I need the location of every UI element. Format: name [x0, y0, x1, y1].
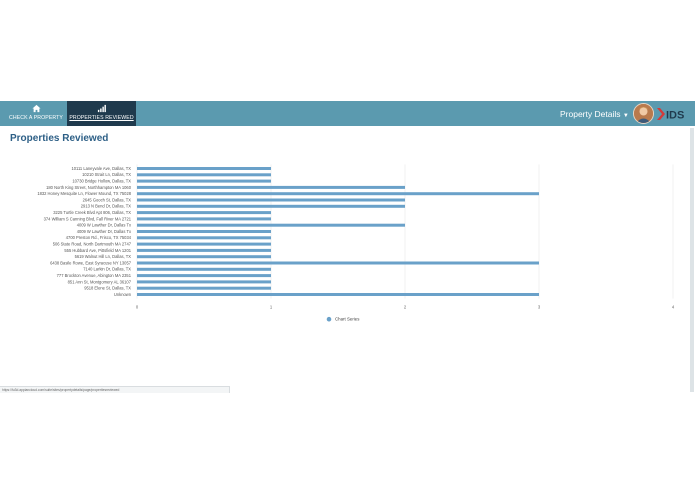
category-label: 180 North King Street, Northhampton MA 1…: [46, 185, 132, 190]
category-label: 851 Ann St, Montgomery AL 36107: [68, 279, 132, 284]
user-photo: [634, 104, 653, 123]
x-tick-label: 2: [404, 305, 407, 310]
bar: [137, 211, 271, 215]
category-label: 3225 Turtle Creek Blvd Apt 806, Dallas, …: [53, 210, 131, 215]
bar: [137, 179, 271, 183]
vertical-scrollbar[interactable]: [690, 128, 694, 392]
category-label: 9518 Elene St, Dallas, TX: [84, 286, 131, 291]
category-label: 2913 N Bend Dr, Dallas, TX: [81, 204, 131, 209]
category-label: 5619 Walnut Hill Ln, Dallas, TX: [75, 254, 132, 259]
category-label: 777 Brockton Avenue, Abington MA 2351: [57, 273, 132, 278]
bar: [137, 204, 405, 208]
bar: [137, 198, 405, 202]
legend-marker: [326, 316, 332, 322]
bar: [137, 167, 271, 170]
tab-properties-reviewed-label: PROPERTIES REVIEWED: [69, 115, 134, 121]
tab-properties-reviewed[interactable]: PROPERTIES REVIEWED: [67, 101, 136, 126]
category-label: 4700 Preston Rd., Frisco, TX 75034: [66, 235, 132, 240]
category-label: 374 William S Canning Blvd, Fall River M…: [44, 216, 132, 221]
x-tick-label: 0: [136, 305, 139, 310]
x-tick-label: 1: [270, 305, 273, 310]
bar: [137, 248, 271, 252]
page-title: Properties Reviewed: [10, 133, 109, 144]
bar: [137, 286, 271, 290]
tab-check-a-property[interactable]: CHECK A PROPERTY: [6, 101, 66, 126]
category-label: 506 State Road, North Dartmouth MA 2747: [53, 242, 132, 247]
category-label: 2645 Gooch St, Dallas, TX: [83, 197, 132, 202]
legend-label: Chart Series: [335, 317, 360, 322]
logo-text: IDS: [666, 110, 684, 122]
top-navbar: CHECK A PROPERTY PROPERTIES REVIEWED Pro…: [0, 101, 695, 126]
chart-legend: Chart Series: [326, 316, 360, 322]
bar: [137, 217, 271, 221]
category-label: 10730 Bridge Hollow, Dallas, TX: [72, 179, 131, 184]
bar: [137, 267, 271, 271]
bar: [137, 293, 539, 296]
category-label: Unknown: [114, 292, 132, 297]
category-label: 10111 Laneyvale Ave, Dallas, TX: [71, 166, 131, 171]
chart-bars: [137, 167, 539, 296]
bar: [137, 236, 271, 240]
bar: [137, 223, 405, 227]
bar: [137, 192, 539, 196]
category-label: 555 Hubbard Ave, Pittsfield MA 1201: [64, 248, 131, 253]
x-tick-label: 4: [672, 305, 675, 310]
properties-bar-chart: 10111 Laneyvale Ave, Dallas, TX10210 Str…: [37, 164, 675, 322]
category-label: 6438 Basile Rowe, East Syracuse NY 13057: [50, 260, 132, 265]
category-label: 1832 Honey Mesquite Ln, Flower Mound, TX…: [37, 191, 131, 196]
bar: [137, 255, 271, 259]
chart-category-labels: 10111 Laneyvale Ave, Dallas, TX10210 Str…: [37, 166, 131, 297]
category-label: 4009 W Lawther Dr, Dallas Tx: [77, 229, 131, 234]
x-tick-label: 3: [538, 305, 541, 310]
tab-check-a-property-label: CHECK A PROPERTY: [9, 115, 63, 121]
bar: [137, 173, 271, 177]
status-bar-url: https://fu3d.appiancloud.com/suite/sites…: [0, 386, 230, 393]
chart-x-tick-labels: 0 1 2 3 4: [136, 305, 675, 310]
ids-logo: IDS: [657, 108, 684, 122]
property-details-menu[interactable]: Property Details ▼: [560, 109, 629, 119]
caret-down-icon: ▼: [622, 113, 629, 119]
category-label: 10210 Strait Ln, Dallas, TX: [82, 172, 131, 177]
bar: [137, 274, 271, 278]
home-icon: [31, 104, 41, 113]
bar: [137, 242, 271, 246]
category-label: 4009 W Lawther Dr, Dallas Tx: [77, 223, 131, 228]
bar-chart-icon: [97, 104, 106, 113]
bar: [137, 261, 539, 265]
property-details-label: Property Details: [560, 109, 621, 119]
user-avatar[interactable]: [633, 103, 654, 124]
bar: [137, 185, 405, 189]
bar: [137, 280, 271, 284]
bar: [137, 230, 271, 233]
category-label: 7140 Larkin Dr, Dallas, TX: [83, 267, 131, 272]
